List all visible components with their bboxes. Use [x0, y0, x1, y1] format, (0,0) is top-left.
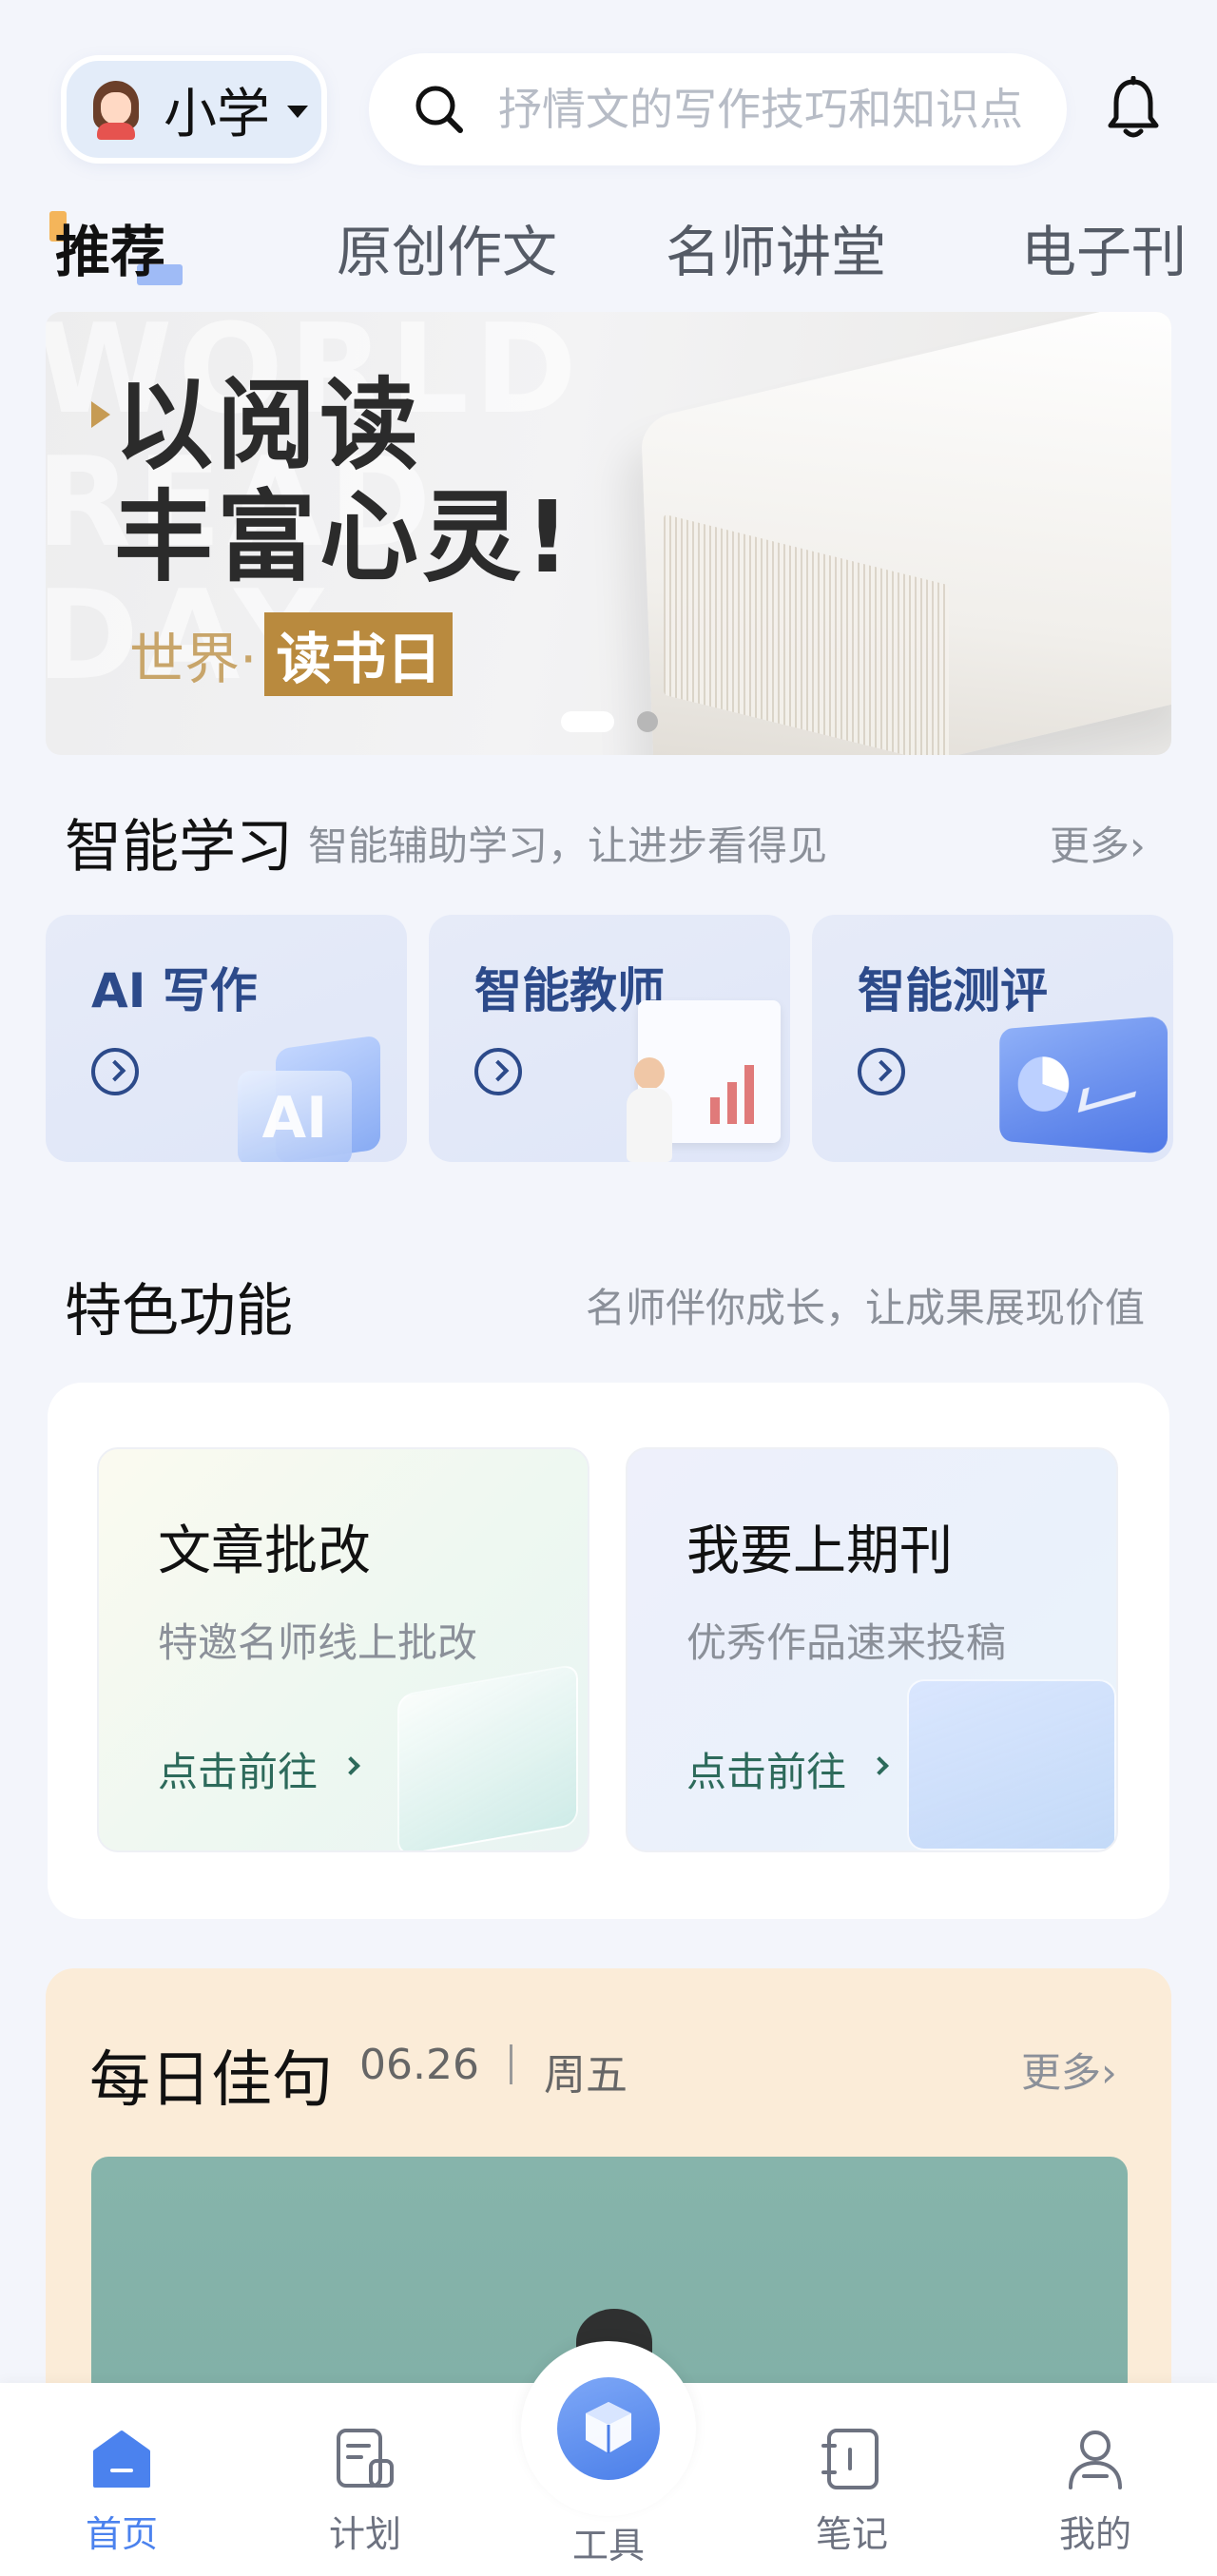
plan-icon [337, 2429, 394, 2488]
smart-assessment-label: 智能测评 [858, 963, 1048, 1018]
date-divider [510, 2044, 512, 2084]
daily-quote-title: 每日佳句 [89, 2045, 333, 2116]
tab-masterclass[interactable]: 名师讲堂 [666, 207, 886, 287]
arrow-circle-icon [474, 1048, 522, 1095]
smart-teacher-label: 智能教师 [474, 963, 665, 1018]
banner-headline: 以阅读 丰富心灵! [114, 367, 574, 595]
daily-quote-date: 06.26 [359, 2041, 479, 2089]
tab-original-essays[interactable]: 原创作文 [337, 207, 557, 287]
features-subtitle: 名师伴你成长，让成果展现价值 [586, 1285, 1146, 1331]
features-title: 特色功能 [65, 1278, 293, 1345]
search-icon [415, 86, 463, 133]
journal-submission-action[interactable]: 点击前往 [686, 1740, 846, 1798]
tab-e-journal[interactable]: 电子刊 [1021, 207, 1187, 287]
smart-learning-title: 智能学习 [65, 814, 293, 881]
smart-teacher-card[interactable]: 智能教师 [429, 915, 790, 1162]
journal-submission-desc: 优秀作品速来投稿 [686, 1619, 1007, 1666]
avatar [89, 79, 143, 140]
open-book-illustration [907, 1679, 1116, 1850]
nav-notes[interactable]: 笔记 [785, 2383, 918, 2576]
smart-learning-more-link[interactable]: 更多› [1050, 814, 1146, 872]
ai-writing-card[interactable]: AI 写作 AI [46, 915, 407, 1162]
teacher-illustration [623, 1057, 676, 1162]
ai-books-illustration: AI [238, 1035, 399, 1162]
grade-selector[interactable]: 小学 [61, 55, 327, 164]
daily-quote-weekday: 周五 [544, 2051, 628, 2100]
banner-arrow-icon [91, 401, 110, 428]
search-bar[interactable] [369, 53, 1067, 165]
journal-submission-card[interactable]: 我要上期刊 优秀作品速来投稿 点击前往 [626, 1447, 1118, 1852]
daily-quote-more-link[interactable]: 更多› [1021, 2041, 1117, 2099]
arrow-circle-icon [91, 1048, 139, 1095]
essay-correction-card[interactable]: 文章批改 特邀名师线上批改 点击前往 [97, 1447, 589, 1852]
carousel-dot-active [561, 711, 614, 732]
home-icon [93, 2431, 150, 2488]
caret-down-icon [287, 105, 308, 118]
carousel-indicator [561, 711, 658, 732]
banner-subtitle: 世界· 读书日 [129, 612, 454, 696]
ai-writing-label: AI 写作 [91, 963, 258, 1018]
notes-icon [821, 2429, 879, 2489]
arrow-circle-icon [858, 1048, 905, 1095]
grade-label: 小学 [164, 83, 270, 145]
nav-profile[interactable]: 我的 [1029, 2383, 1162, 2576]
chevron-right-icon [870, 1756, 889, 1775]
carousel-dot[interactable] [637, 711, 658, 732]
chevron-right-icon [341, 1756, 360, 1775]
smart-learning-subtitle: 智能辅助学习，让进步看得见 [308, 823, 828, 869]
category-tabs: 推荐 原创作文 名师讲堂 电子刊 [0, 200, 1217, 295]
nav-tools-label: 工具 [572, 2525, 646, 2566]
notification-bell-icon[interactable] [1105, 76, 1162, 143]
nav-home[interactable]: 首页 [55, 2383, 188, 2576]
essay-correction-action[interactable]: 点击前往 [158, 1740, 318, 1798]
essay-correction-desc: 特邀名师线上批改 [158, 1619, 478, 1666]
search-input[interactable] [498, 84, 1031, 135]
journal-submission-title: 我要上期刊 [686, 1520, 953, 1582]
essay-correction-title: 文章批改 [158, 1520, 371, 1582]
nav-tools[interactable] [557, 2377, 660, 2480]
profile-icon [1069, 2431, 1122, 2489]
tab-recommend[interactable]: 推荐 [55, 207, 165, 287]
analytics-screen-illustration [999, 1016, 1168, 1154]
smart-assessment-card[interactable]: 智能测评 [812, 915, 1173, 1162]
paper-pen-illustration [397, 1663, 578, 1850]
nav-plan[interactable]: 计划 [299, 2383, 432, 2576]
tools-cube-icon [586, 2402, 631, 2453]
promo-banner[interactable]: WORLD READ DAY 以阅读 丰富心灵! 世界· 读书日 [46, 312, 1171, 755]
